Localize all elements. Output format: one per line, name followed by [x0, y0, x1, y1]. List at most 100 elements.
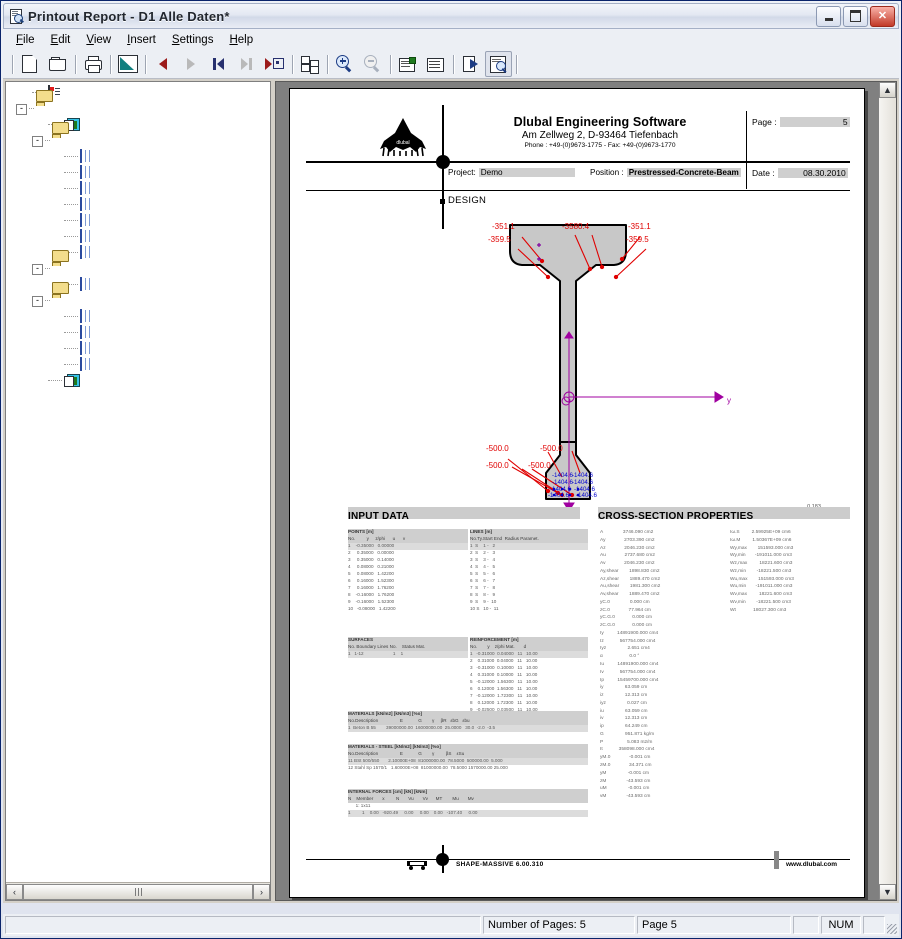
menu-settings[interactable]: Settings — [164, 32, 222, 48]
print-button[interactable] — [79, 51, 106, 77]
stress-label: -3580.4 — [562, 222, 590, 231]
tree-item-materials-concrete[interactable] — [8, 181, 270, 197]
stress-label: -359.5 — [488, 235, 511, 244]
resize-grip[interactable] — [885, 914, 899, 936]
first-page-button[interactable] — [205, 51, 232, 77]
cross-section-properties-band: CROSS-SECTION PROPERTIES — [598, 507, 850, 522]
zoom-out-icon — [364, 55, 381, 73]
page-setup-button[interactable] — [394, 51, 421, 77]
close-button[interactable] — [870, 5, 895, 27]
table-icon — [80, 165, 96, 180]
selection-button[interactable] — [296, 51, 323, 77]
tree-item-cross-section-data[interactable]: - — [8, 122, 270, 149]
stress-label: -351.1 — [492, 222, 515, 231]
menu-file[interactable]: File — [8, 32, 43, 48]
tree-horizontal-scrollbar[interactable]: ‹ › — [6, 882, 270, 900]
export-button[interactable] — [457, 51, 484, 77]
navigator-tree-panel: - - - - ‹ › — [5, 81, 271, 901]
svg-text:dlubal: dlubal — [396, 140, 409, 146]
tree-item-reinforcement[interactable] — [8, 245, 270, 261]
tree-item-internal-forces[interactable] — [8, 277, 270, 293]
page-value: 5 — [779, 117, 850, 127]
doc-scroll-down-button[interactable]: ▼ — [879, 884, 896, 900]
toolbar-separator — [142, 53, 149, 75]
tree-expander[interactable]: - — [32, 295, 43, 307]
document-preview-panel[interactable]: dlubal Dlubal Engineering Software Am Ze… — [275, 81, 897, 901]
footer-node-dot — [436, 853, 449, 866]
svg-text:-1404.6: -1404.6 — [572, 479, 594, 486]
footer-bar — [774, 851, 779, 869]
new-document-icon — [22, 54, 37, 73]
lines-table: LINES [m] No.Ty.Start End Radius Paramet.… — [470, 529, 588, 613]
maximize-button[interactable] — [843, 5, 868, 27]
toolbar-separator — [387, 53, 394, 75]
svg-text:-1404.6: -1404.6 — [552, 472, 574, 479]
tree-expander[interactable]: - — [16, 103, 27, 115]
open-folder-icon — [49, 57, 66, 71]
page-label: Page : — [752, 117, 777, 127]
materials-steel-table: MATERIALS - STEEL [kN/m2] [kN/m3] [%o] No… — [348, 744, 588, 772]
toolbar-separator — [450, 53, 457, 75]
tree-item-materials-steel[interactable] — [8, 197, 270, 213]
next-page-button[interactable] — [177, 51, 204, 77]
doc-scroll-up-button[interactable]: ▲ — [879, 82, 896, 98]
svg-text:-1404.6: -1404.6 — [572, 472, 594, 479]
open-button[interactable] — [44, 51, 71, 77]
tree-item-design[interactable] — [8, 373, 270, 389]
table-icon — [80, 213, 96, 228]
menu-view[interactable]: View — [78, 32, 119, 48]
position-field: Position : Prestressed-Concrete-Beam — [590, 168, 741, 177]
navigator-tree[interactable]: - - - - — [6, 82, 270, 882]
status-number-of-pages: Number of Pages: 5 — [483, 916, 635, 934]
section-title-design: DESIGN — [448, 195, 487, 206]
graphic-button[interactable] — [114, 51, 141, 77]
menu-help[interactable]: Help — [221, 32, 261, 48]
tree-item-strain-design[interactable] — [8, 325, 270, 341]
svg-text:-1404.6: -1404.6 — [576, 492, 598, 499]
stress-label: -500.0 — [486, 461, 509, 470]
toolbar-separator — [289, 53, 296, 75]
tree-expander[interactable]: - — [32, 263, 43, 275]
table-icon — [80, 197, 96, 212]
previous-page-button[interactable] — [149, 51, 176, 77]
tree-item-reinforcement-strains-and-stresses[interactable] — [8, 357, 270, 373]
document-vertical-scrollbar[interactable]: ▲ ▼ — [879, 82, 896, 900]
tree-item-dickq[interactable]: - — [8, 90, 270, 117]
page-field: Page : 5 — [752, 117, 850, 127]
tree-item-surfaces[interactable] — [8, 229, 270, 245]
tree-item-internal-forces[interactable]: - — [8, 250, 270, 277]
new-document-button[interactable] — [16, 51, 43, 77]
tree-item-cross-section-graphics[interactable] — [8, 117, 270, 133]
input-data-band: INPUT DATA — [348, 507, 580, 522]
go-to-page-button[interactable] — [261, 51, 288, 77]
points-table: POINTS [m] No. y z/phi u v1 -0.35000 0.00… — [348, 529, 468, 613]
title-bar: Printout Report - D1 Alle Daten* — [3, 3, 899, 29]
zoom-out-button[interactable] — [359, 51, 386, 77]
status-spacer-1 — [793, 916, 819, 934]
page-properties-icon — [399, 56, 416, 72]
tree-item-lines[interactable] — [8, 213, 270, 229]
menu-insert[interactable]: Insert — [119, 32, 164, 48]
project-field: Project: Demo — [448, 168, 575, 177]
tree-item-general-data[interactable] — [8, 149, 270, 165]
tree-item-ideal-cross-section-properties[interactable] — [8, 309, 270, 325]
menu-edit[interactable]: Edit — [43, 32, 79, 48]
tree-item-results[interactable]: - — [8, 282, 270, 309]
header-footer-button[interactable] — [422, 51, 449, 77]
minimize-button[interactable] — [816, 5, 841, 27]
zoom-in-button[interactable] — [331, 51, 358, 77]
tree-scroll-right-button[interactable]: › — [253, 883, 270, 900]
table-icon — [80, 149, 96, 164]
header-rule-1 — [306, 161, 850, 163]
tree-item-points[interactable] — [8, 165, 270, 181]
tree-scroll-thumb[interactable] — [23, 883, 253, 900]
tree-scroll-left-button[interactable]: ‹ — [6, 883, 23, 900]
last-page-button[interactable] — [233, 51, 260, 77]
tree-expander[interactable]: - — [32, 135, 43, 147]
selection-blocks-icon — [301, 56, 319, 74]
print-preview-button[interactable] — [485, 50, 512, 77]
header-rule-2 — [306, 190, 850, 191]
folder-icon — [52, 282, 69, 308]
tree-item-points-strains-and-stresses[interactable] — [8, 341, 270, 357]
doc-scroll-track[interactable] — [879, 98, 896, 884]
